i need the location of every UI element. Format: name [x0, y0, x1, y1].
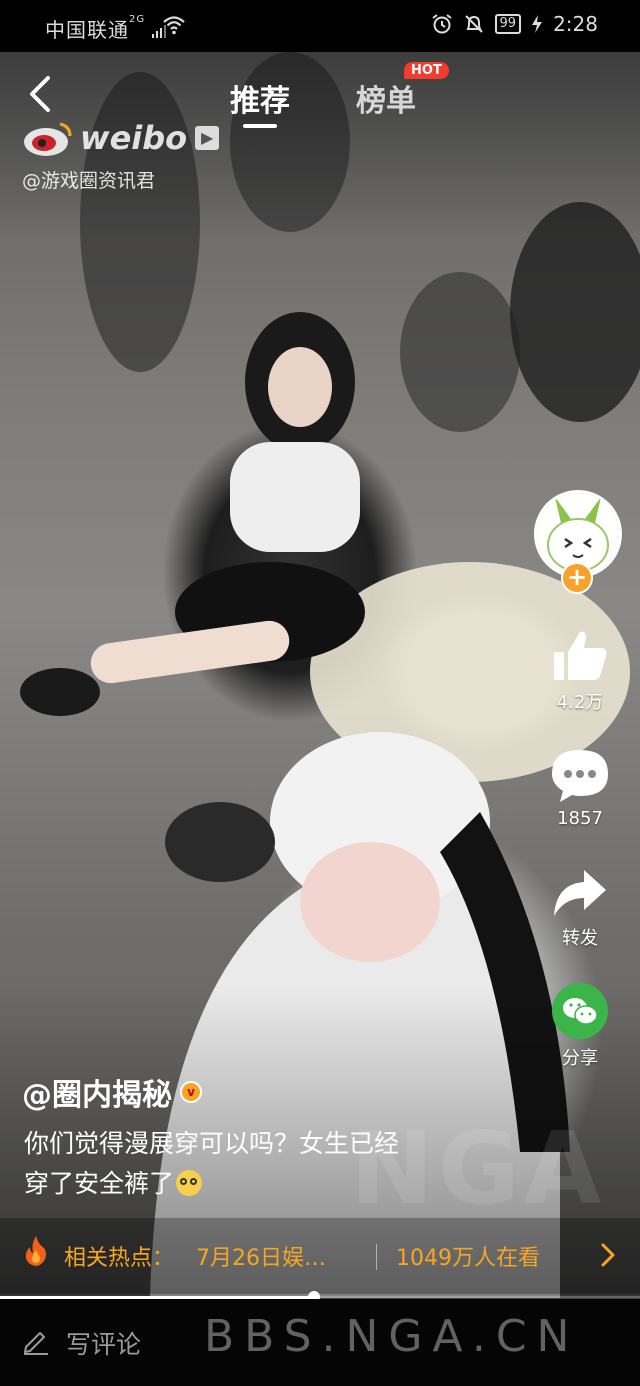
hot-topic-divider — [376, 1244, 377, 1270]
author-name: @圈内揭秘 — [22, 1078, 172, 1113]
active-tab-indicator — [243, 124, 277, 128]
caption-line-2: 穿了安全裤了 — [24, 1169, 175, 1198]
comment-input[interactable]: 写评论 — [66, 1325, 141, 1361]
hot-topic-text: 7月26日娱… — [196, 1246, 326, 1271]
status-right-group: 99 2:28 — [431, 12, 598, 36]
battery-indicator: 99 — [494, 14, 522, 34]
clock: 2:28 — [553, 12, 598, 36]
hot-badge: HOT — [404, 62, 449, 79]
site-watermark: BBS.NGA.CN — [204, 1311, 580, 1362]
status-bar: 中国联通2G 99 2:28 — [0, 0, 640, 52]
hot-topic-bar[interactable]: 相关热点： 7月26日娱… 1049万人在看 — [0, 1218, 640, 1294]
follow-button[interactable]: + — [561, 562, 593, 594]
weibo-logo: weibo ▶ — [22, 118, 220, 158]
carrier-name: 中国联通 — [45, 18, 129, 42]
mute-icon — [464, 15, 483, 33]
feed-tabs: 推荐 榜单 HOT — [230, 62, 449, 128]
verified-badge-icon: v — [180, 1081, 202, 1103]
caption-line-1: 你们觉得漫展穿可以吗？女生已经 — [24, 1129, 400, 1158]
back-icon[interactable] — [26, 74, 56, 114]
carrier-label: 中国联通2G — [45, 14, 168, 43]
repost-icon — [554, 870, 606, 916]
caption-line-2-wrap: 穿了安全裤了 — [24, 1164, 464, 1204]
weibo-eye-icon — [24, 122, 72, 156]
tab-recommend[interactable]: 推荐 — [230, 76, 290, 128]
share-button[interactable]: 分享 — [540, 982, 620, 1070]
wechat-icon — [552, 983, 608, 1039]
weibo-d-icon: ▶ — [195, 126, 220, 150]
wifi-icon — [163, 16, 185, 35]
like-count: 4.2万 — [556, 692, 604, 713]
hot-topic-viewers: 1049万人在看 — [396, 1246, 540, 1271]
post-author[interactable]: @圈内揭秘 v — [22, 1070, 202, 1114]
thumbs-up-icon — [554, 631, 607, 680]
tab-ranking[interactable]: 榜单 HOT — [356, 62, 449, 120]
bottom-comment-bar: 写评论 BBS.NGA.CN — [0, 1299, 640, 1386]
post-caption: 你们觉得漫展穿可以吗？女生已经 穿了安全裤了 — [24, 1124, 464, 1204]
tab-ranking-label: 榜单 — [356, 84, 416, 119]
chevron-right-icon[interactable] — [600, 1242, 616, 1268]
comment-icon — [552, 750, 608, 802]
weibo-wordmark: weibo — [80, 119, 188, 157]
flame-icon — [25, 1236, 46, 1266]
share-label: 分享 — [562, 1048, 598, 1069]
hot-topic-label: 相关热点： — [64, 1246, 175, 1271]
tab-recommend-label: 推荐 — [230, 84, 290, 119]
repost-button[interactable]: 转发 — [540, 868, 620, 950]
watermark-username: @游戏圈资讯君 — [22, 170, 156, 192]
alarm-icon — [431, 14, 452, 34]
repost-label: 转发 — [562, 928, 598, 949]
like-button[interactable]: 4.2万 — [540, 628, 620, 714]
network-type: 2G — [129, 14, 146, 25]
comment-count: 1857 — [557, 808, 603, 829]
weibo-video-screen: NGA 中国联通2G 99 2:28 weibo ▶ @游戏圈资讯君 推荐 榜单… — [0, 0, 640, 1386]
charging-icon — [532, 15, 543, 33]
comment-button[interactable]: 1857 — [540, 748, 620, 829]
shocked-emoji-icon — [176, 1170, 203, 1196]
pen-icon — [24, 1332, 48, 1355]
